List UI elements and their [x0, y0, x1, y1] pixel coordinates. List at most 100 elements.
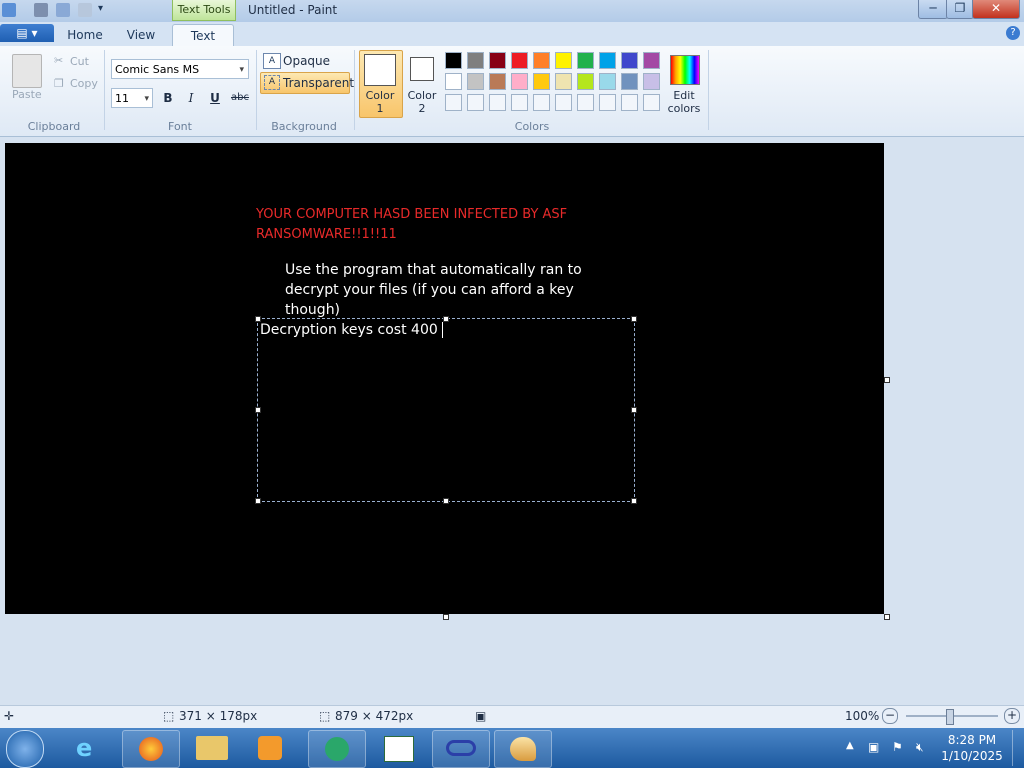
paint-menu-button[interactable]: ▤ ▾ — [0, 24, 54, 42]
edit-colors-label-line1[interactable]: Edit — [664, 89, 704, 102]
color-swatch[interactable] — [511, 52, 528, 69]
canvas-resize-handle-bottom[interactable] — [443, 614, 449, 620]
zoom-out-button[interactable]: − — [882, 708, 898, 724]
undo-icon[interactable] — [56, 3, 70, 17]
text-cursor — [441, 322, 443, 338]
canvas-resize-handle-corner[interactable] — [884, 614, 890, 620]
font-family-value: Comic Sans MS — [115, 63, 200, 76]
chevron-down-icon: ▾ — [239, 65, 244, 75]
ribbon-separator — [354, 50, 355, 130]
color-swatch[interactable] — [577, 52, 594, 69]
color-swatch[interactable] — [511, 73, 528, 90]
minimize-button[interactable]: ─ — [918, 0, 948, 19]
bold-button[interactable]: B — [158, 89, 178, 107]
redo-icon[interactable] — [78, 3, 92, 17]
taskbar-app-2[interactable] — [432, 730, 490, 768]
custom-color-slot[interactable] — [555, 94, 572, 111]
color-swatch[interactable] — [643, 52, 660, 69]
internet-explorer-icon[interactable]: e — [76, 734, 92, 762]
underline-button[interactable]: U — [205, 89, 225, 107]
color-swatch[interactable] — [533, 52, 550, 69]
custom-color-slot[interactable] — [621, 94, 638, 111]
font-family-select[interactable]: Comic Sans MS ▾ — [111, 59, 249, 79]
color-swatch[interactable] — [577, 73, 594, 90]
volume-muted-icon[interactable]: 🔇︎ — [916, 740, 924, 755]
color-swatch[interactable] — [489, 52, 506, 69]
color-swatch[interactable] — [555, 73, 572, 90]
custom-color-slot[interactable] — [577, 94, 594, 111]
custom-color-slot[interactable] — [445, 94, 462, 111]
textbox-handle[interactable] — [255, 498, 261, 504]
file-explorer-icon[interactable] — [196, 736, 228, 760]
custom-color-slot[interactable] — [489, 94, 506, 111]
tab-text[interactable]: Text — [172, 24, 234, 47]
color-swatch[interactable] — [467, 52, 484, 69]
color-swatch[interactable] — [599, 52, 616, 69]
custom-color-slot[interactable] — [511, 94, 528, 111]
network-icon[interactable]: ▣ — [868, 740, 879, 754]
close-button[interactable]: ✕ — [972, 0, 1020, 19]
save-icon[interactable] — [34, 3, 48, 17]
opaque-button[interactable]: Opaque — [283, 54, 330, 68]
taskbar-firefox[interactable] — [122, 730, 180, 768]
font-group-label: Font — [168, 120, 192, 133]
taskbar-app[interactable] — [308, 730, 366, 768]
show-desktop-button[interactable] — [1012, 730, 1023, 766]
color-swatch[interactable] — [445, 52, 462, 69]
transparent-button[interactable]: Transparent — [283, 76, 354, 90]
taskbar-paint[interactable] — [494, 730, 552, 768]
font-size-select[interactable]: 11 ▾ — [111, 88, 153, 108]
help-icon[interactable]: ? — [1006, 26, 1020, 40]
textbox-handle[interactable] — [631, 498, 637, 504]
textbox-handle[interactable] — [443, 316, 449, 322]
custom-color-slot[interactable] — [533, 94, 550, 111]
color2-swatch[interactable] — [410, 57, 434, 81]
paint-app-icon[interactable] — [2, 3, 16, 17]
action-center-flag-icon[interactable]: ⚑ — [892, 740, 903, 754]
color-palette — [445, 52, 665, 116]
paste-button[interactable]: Paste — [12, 88, 42, 101]
color-swatch[interactable] — [599, 73, 616, 90]
color-swatch[interactable] — [621, 73, 638, 90]
color-swatch[interactable] — [621, 52, 638, 69]
zoom-slider-thumb[interactable] — [946, 709, 954, 725]
edit-colors-label-line2[interactable]: colors — [664, 102, 704, 115]
media-player-icon[interactable] — [258, 736, 282, 760]
quick-access-dropdown-icon[interactable]: ▾ — [98, 3, 103, 14]
color-swatch[interactable] — [533, 73, 550, 90]
background-group-label: Background — [271, 120, 337, 133]
show-hidden-icons-icon[interactable]: ▲ — [846, 740, 854, 751]
custom-color-slot[interactable] — [599, 94, 616, 111]
textbox-handle[interactable] — [255, 407, 261, 413]
tab-view[interactable]: View — [116, 24, 166, 46]
edit-colors-icon — [670, 55, 700, 85]
textbox-handle[interactable] — [443, 498, 449, 504]
cut-button[interactable]: Cut — [70, 55, 89, 68]
color-swatch[interactable] — [555, 52, 572, 69]
app-icon — [325, 737, 349, 761]
color-swatch[interactable] — [445, 73, 462, 90]
textbox-handle[interactable] — [631, 407, 637, 413]
textbox-handle[interactable] — [631, 316, 637, 322]
color-swatch[interactable] — [489, 73, 506, 90]
text-input-box[interactable] — [257, 318, 635, 502]
italic-button[interactable]: I — [181, 89, 201, 107]
zoom-level: 100% — [845, 709, 880, 723]
maximize-button[interactable]: ❐ — [946, 0, 974, 19]
color-swatch[interactable] — [467, 73, 484, 90]
custom-color-slot[interactable] — [467, 94, 484, 111]
cut-icon: ✂ — [54, 54, 64, 67]
canvas-resize-handle-right[interactable] — [884, 377, 890, 383]
tab-home[interactable]: Home — [60, 24, 110, 46]
custom-color-slot[interactable] — [643, 94, 660, 111]
color-swatch[interactable] — [643, 73, 660, 90]
paint-icon — [510, 737, 536, 761]
strikethrough-button[interactable]: abc — [228, 89, 252, 107]
copy-button[interactable]: Copy — [70, 77, 98, 90]
zoom-in-button[interactable]: + — [1004, 708, 1020, 724]
canvas-headline: YOUR COMPUTER HASD BEEN INFECTED BY ASF … — [256, 205, 636, 245]
notepad-icon[interactable] — [384, 736, 414, 762]
cursor-position-icon: ✛ — [4, 709, 15, 723]
start-button[interactable] — [6, 730, 44, 768]
clock[interactable]: 8:28 PM 1/10/2025 — [940, 732, 1004, 764]
